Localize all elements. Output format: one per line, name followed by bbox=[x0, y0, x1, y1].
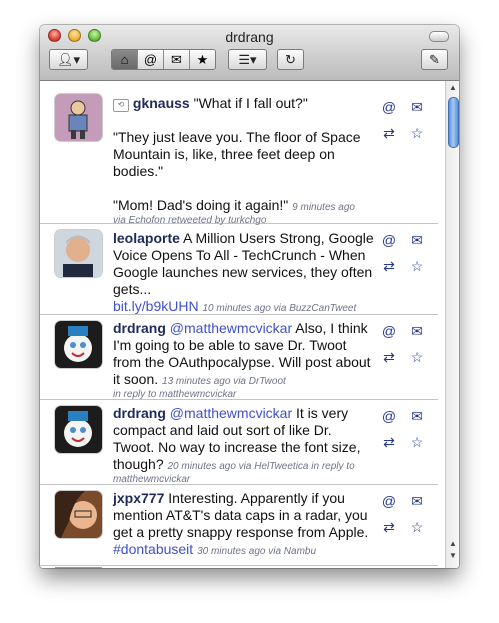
tweet-item: ⟲ gknauss "What if I fall out?" "They ju… bbox=[40, 81, 438, 226]
favorite-star-icon[interactable]: ☆ bbox=[409, 258, 425, 274]
list-icon: ☰▾ bbox=[238, 51, 257, 67]
direct-message-icon[interactable]: ✉ bbox=[409, 232, 425, 248]
tweet-link[interactable]: bit.ly/b9kUHN bbox=[113, 298, 199, 314]
messages-icon: ✉ bbox=[171, 51, 182, 67]
tweet-hashtag[interactable]: #dontabuseit bbox=[113, 541, 193, 557]
reply-icon[interactable]: @ bbox=[381, 323, 397, 339]
compose-button[interactable]: ✎ bbox=[421, 49, 448, 70]
home-icon: ⌂ bbox=[120, 52, 129, 67]
tweet-username[interactable]: gknauss bbox=[133, 95, 190, 111]
retweet-badge-icon: ⟲ bbox=[113, 99, 129, 112]
tweet-item: drdrang @matthewmcvickar Also, I think I… bbox=[40, 315, 438, 400]
reply-icon[interactable]: @ bbox=[381, 99, 397, 115]
retweet-icon[interactable]: ⇄ bbox=[381, 519, 397, 535]
tab-favorites[interactable]: ★ bbox=[190, 50, 215, 69]
avatar[interactable] bbox=[55, 230, 102, 277]
favorite-star-icon[interactable]: ☆ bbox=[409, 519, 425, 535]
scroll-up-arrow-icon[interactable]: ▲ bbox=[449, 539, 457, 548]
next-avatar-partial bbox=[55, 567, 102, 568]
tab-messages[interactable]: ✉ bbox=[164, 50, 190, 69]
scroll-down-arrow-icon[interactable]: ▼ bbox=[449, 551, 457, 560]
tweet-username[interactable]: drdrang bbox=[113, 320, 166, 336]
favorites-icon: ★ bbox=[196, 51, 209, 67]
tweet-text-continued: "They just leave you. The floor of Space… bbox=[113, 129, 361, 179]
tweet-text: "What if I fall out?" bbox=[189, 95, 308, 111]
direct-message-icon[interactable]: ✉ bbox=[409, 99, 425, 115]
reply-icon[interactable]: @ bbox=[381, 232, 397, 248]
retweet-icon[interactable]: ⇄ bbox=[381, 125, 397, 141]
tweet-text-last: "Mom! Dad's doing it again!" bbox=[113, 197, 289, 213]
favorite-star-icon[interactable]: ☆ bbox=[409, 349, 425, 365]
direct-message-icon[interactable]: ✉ bbox=[409, 493, 425, 509]
avatar[interactable] bbox=[55, 491, 102, 538]
timeline: ⟲ gknauss "What if I fall out?" "They ju… bbox=[40, 81, 445, 568]
retweet-icon[interactable]: ⇄ bbox=[381, 434, 397, 450]
retweet-icon[interactable]: ⇄ bbox=[381, 349, 397, 365]
tweet-username[interactable]: drdrang bbox=[113, 405, 166, 421]
direct-message-icon[interactable]: ✉ bbox=[409, 408, 425, 424]
tweet-timestamp[interactable]: 30 minutes ago via Nambu bbox=[197, 546, 316, 557]
at-mentions-icon: @ bbox=[143, 52, 158, 67]
app-window: drdrang 👤︎▾ ⌂ @ ✉ ★ ☰▾ ↻ ✎ ⟲ gknauss "Wh… bbox=[40, 25, 459, 568]
title-bar: drdrang 👤︎▾ ⌂ @ ✉ ★ ☰▾ ↻ ✎ bbox=[40, 25, 459, 81]
refresh-button[interactable]: ↻ bbox=[277, 49, 304, 70]
avatar[interactable] bbox=[55, 406, 102, 453]
tweet-username[interactable]: jxpx777 bbox=[113, 490, 164, 506]
retweet-icon[interactable]: ⇄ bbox=[381, 258, 397, 274]
tweet-mention[interactable]: @matthewmcvickar bbox=[170, 320, 292, 336]
tweet-timestamp[interactable]: 20 minutes ago via HelTweetica in reply … bbox=[168, 461, 355, 472]
tweet-item: drdrang @matthewmcvickar It is very comp… bbox=[40, 400, 438, 485]
scroll-up-arrow-icon[interactable]: ▲ bbox=[449, 83, 457, 92]
tweet-timestamp[interactable]: 9 minutes ago bbox=[292, 202, 355, 213]
favorite-star-icon[interactable]: ☆ bbox=[409, 434, 425, 450]
compose-icon: ✎ bbox=[429, 51, 440, 67]
reply-icon[interactable]: @ bbox=[381, 493, 397, 509]
avatar[interactable] bbox=[55, 321, 102, 368]
tweet-mention[interactable]: @matthewmcvickar bbox=[170, 405, 292, 421]
toolbar-toggle-button[interactable] bbox=[429, 31, 449, 42]
window-title: drdrang bbox=[225, 29, 274, 45]
person-icon: 👤︎▾ bbox=[56, 51, 81, 67]
tweet-item: leolaporte A Million Users Strong, Googl… bbox=[40, 224, 438, 315]
tweet-timestamp[interactable]: 10 minutes ago via BuzzCanTweet bbox=[202, 303, 356, 314]
timeline-tabs: ⌂ @ ✉ ★ bbox=[111, 49, 216, 70]
favorite-star-icon[interactable]: ☆ bbox=[409, 125, 425, 141]
reply-icon[interactable]: @ bbox=[381, 408, 397, 424]
tab-mentions[interactable]: @ bbox=[138, 50, 164, 69]
tweet-timestamp[interactable]: 13 minutes ago via DrTwoot bbox=[162, 376, 286, 387]
refresh-icon: ↻ bbox=[285, 51, 296, 67]
tweet-username[interactable]: leolaporte bbox=[113, 230, 180, 246]
lists-menu-button[interactable]: ☰▾ bbox=[228, 49, 267, 70]
vertical-scrollbar[interactable]: ▲ ▲ ▼ bbox=[445, 81, 459, 568]
direct-message-icon[interactable]: ✉ bbox=[409, 323, 425, 339]
avatar[interactable] bbox=[55, 94, 102, 141]
account-menu-button[interactable]: 👤︎▾ bbox=[49, 49, 88, 70]
tweet-item: jxpx777 Interesting. Apparently if you m… bbox=[40, 485, 438, 566]
scrollbar-thumb[interactable] bbox=[448, 97, 459, 148]
tab-home[interactable]: ⌂ bbox=[112, 50, 138, 69]
